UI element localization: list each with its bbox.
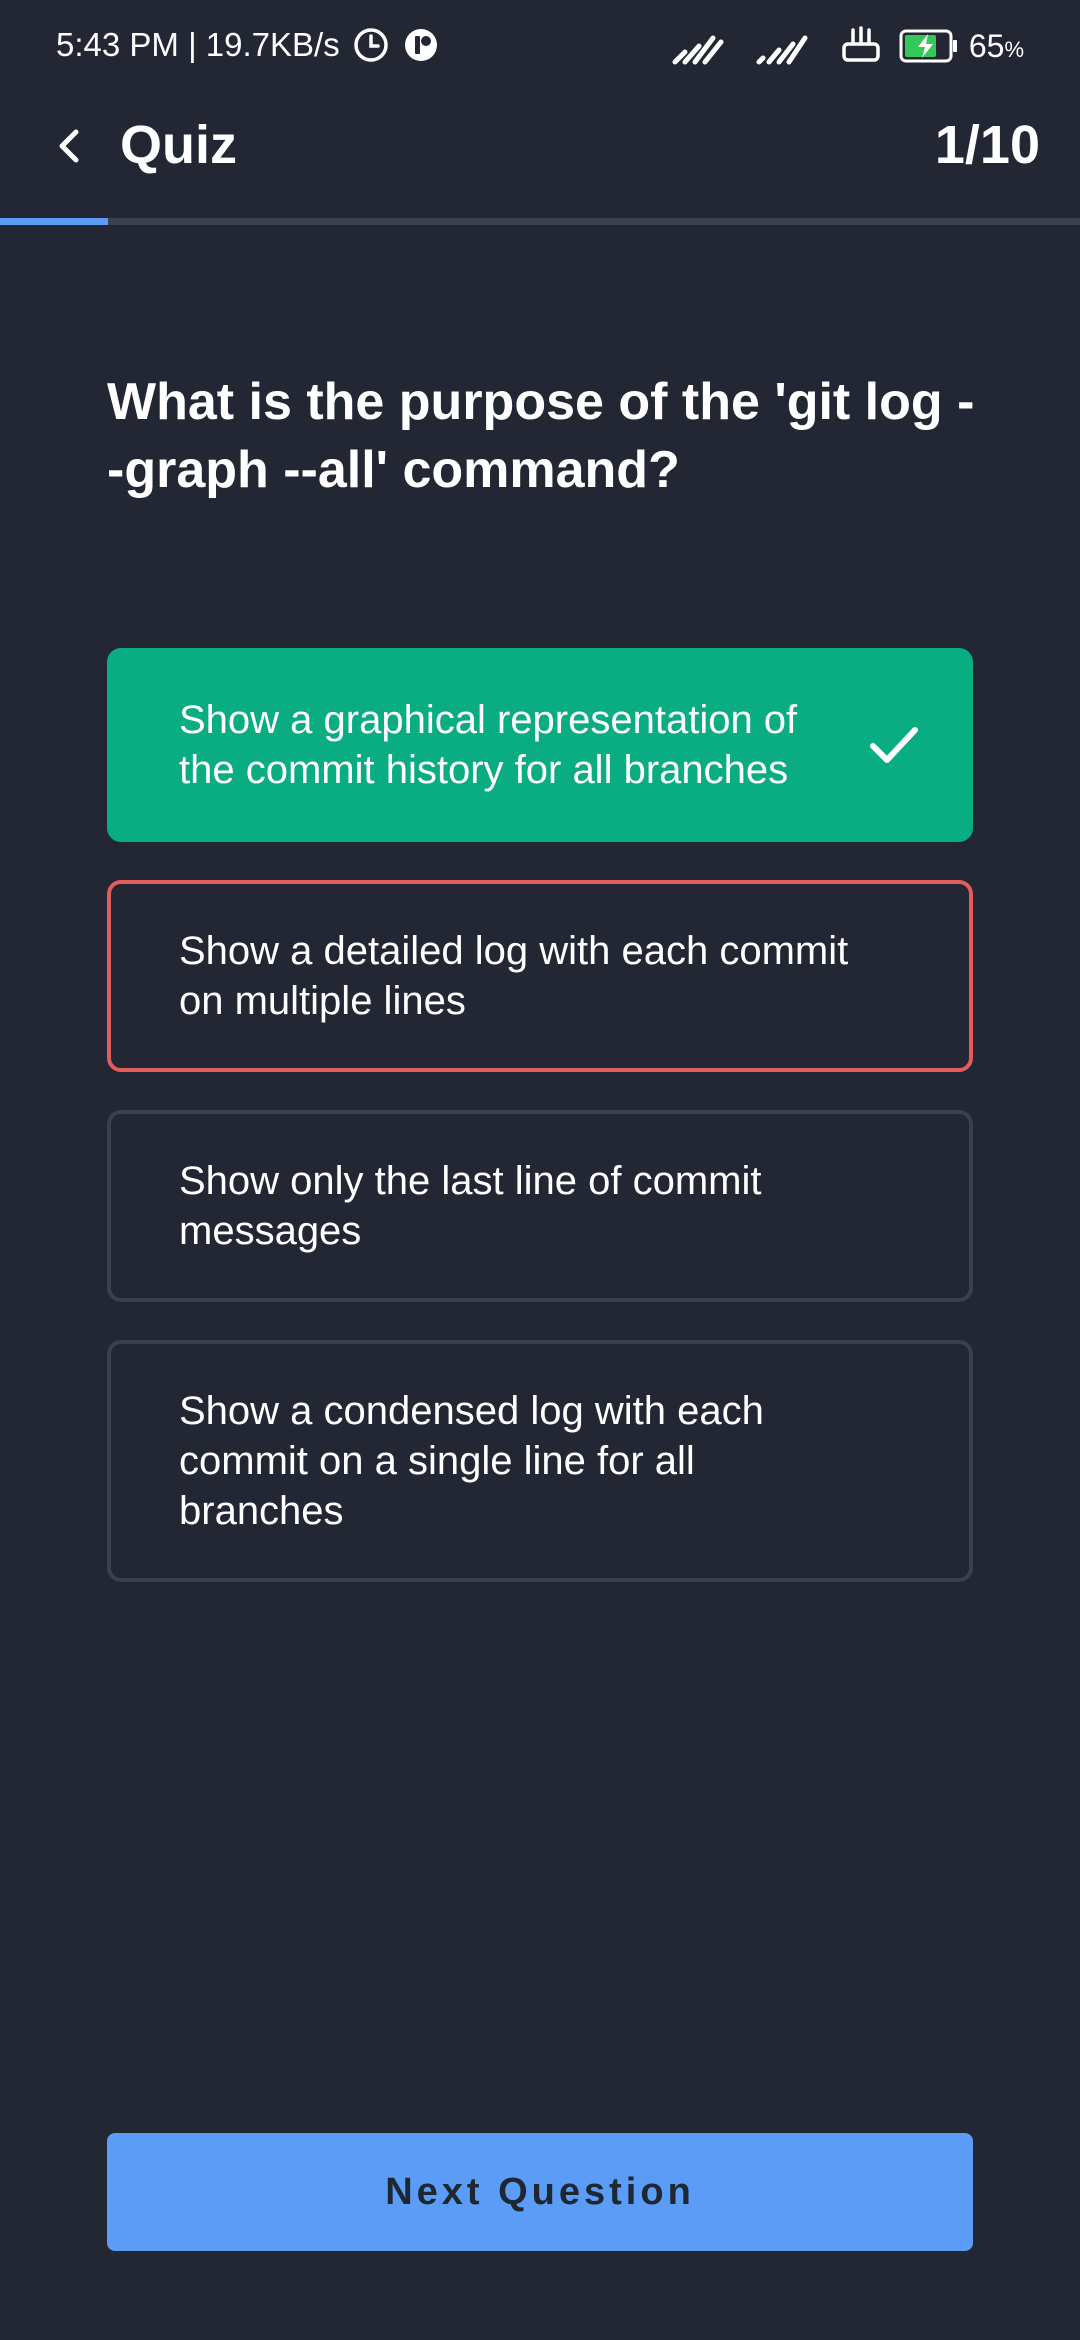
answer-option[interactable]: Show a condensed log with each commit on… [107,1340,973,1582]
app-notification-icon [402,26,440,64]
checkmark-icon [870,727,918,763]
answer-option-text: Show a detailed log with each commit on … [179,929,849,1023]
answer-option-text: Show only the last line of commit messag… [179,1159,762,1253]
progress-bar-fill [0,218,108,225]
answer-option[interactable]: Show a graphical representation of the c… [107,648,973,842]
answer-option[interactable]: Show only the last line of commit messag… [107,1110,973,1302]
answer-options: Show a graphical representation of the c… [107,648,973,1620]
router-icon [839,26,883,66]
signal-icon [669,26,727,66]
answer-option-text: Show a condensed log with each commit on… [179,1389,764,1533]
status-left: 5:43 PM | 19.7KB/s [56,26,440,64]
question-text: What is the purpose of the 'git log --gr… [107,373,975,499]
back-button[interactable] [44,116,94,176]
signal-icon [755,26,813,66]
status-bar: 5:43 PM | 19.7KB/s 65% [0,0,1080,96]
progress-bar [0,218,1080,225]
alarm-icon [352,26,390,64]
status-time-speed: 5:43 PM | 19.7KB/s [56,26,340,63]
question-counter: 1/10 [934,115,1040,175]
answer-option[interactable]: Show a detailed log with each commit on … [107,880,973,1072]
next-question-button[interactable]: Next Question [107,2133,973,2251]
answer-option-text: Show a graphical representation of the c… [179,698,798,792]
app-bar: Quiz 1/10 [0,96,1080,220]
page-title: Quiz [120,115,237,175]
battery-percentage: 65% [968,27,1024,64]
status-right: 65% [641,26,1024,66]
chevron-left-icon [59,129,79,163]
battery-charging-icon [899,28,959,64]
